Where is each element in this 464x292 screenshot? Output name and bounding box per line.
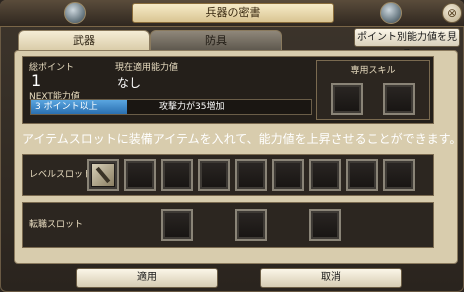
title-bar[interactable]: 兵器の密書 ⊗ <box>0 0 464 27</box>
level-slot[interactable] <box>383 159 415 191</box>
level-slot-label: レベルスロット <box>29 170 93 180</box>
level-slot[interactable] <box>198 159 230 191</box>
current-stat-label: 現在適用能力値 <box>115 63 179 73</box>
current-stat-value: なし <box>117 76 142 90</box>
skill-slot[interactable] <box>331 83 363 115</box>
job-slot-label: 転職スロット <box>29 220 84 230</box>
gem-ornament-icon <box>380 2 402 24</box>
job-slot[interactable] <box>309 209 341 241</box>
gem-ornament-icon <box>64 2 86 24</box>
slot-description: アイテムスロットに装備アイテムを入れて、能力値を上昇させることができます。 <box>22 132 462 146</box>
close-button[interactable]: ⊗ <box>442 3 462 23</box>
job-slot[interactable] <box>235 209 267 241</box>
level-slot[interactable] <box>161 159 193 191</box>
level-slot[interactable] <box>346 159 378 191</box>
level-slot[interactable] <box>272 159 304 191</box>
exclusive-skill-box: 専用スキル <box>316 60 430 120</box>
window-title: 兵器の密書 <box>132 3 334 23</box>
level-slot[interactable] <box>309 159 341 191</box>
level-slot[interactable] <box>235 159 267 191</box>
job-slot[interactable] <box>161 209 193 241</box>
apply-button[interactable]: 適用 <box>76 268 218 288</box>
weapon-book-window: 兵器の密書 ⊗ 武器 防具 ポイント別能力値を見る 総ポイント 1 現在適用能力… <box>0 0 464 292</box>
level-slot-filled[interactable] <box>87 159 119 191</box>
tab-weapon[interactable]: 武器 <box>18 30 150 51</box>
exclusive-skill-title: 専用スキル <box>350 66 396 76</box>
view-stats-by-point-button[interactable]: ポイント別能力値を見る <box>354 28 460 60</box>
next-stat-bar: 3 ポイント以上 攻撃力が35増加 <box>30 99 312 115</box>
level-slot[interactable] <box>124 159 156 191</box>
next-effect: 攻撃力が35増加 <box>159 102 225 112</box>
next-condition: 3 ポイント以上 <box>35 102 98 112</box>
job-slot-row: 転職スロット <box>22 202 434 248</box>
level-slot-row: レベルスロット <box>22 154 434 196</box>
total-points-value: 1 <box>31 71 42 90</box>
cancel-button[interactable]: 取消 <box>260 268 402 288</box>
tab-armor[interactable]: 防具 <box>150 30 282 51</box>
sword-icon <box>92 164 114 186</box>
skill-slot[interactable] <box>383 83 415 115</box>
